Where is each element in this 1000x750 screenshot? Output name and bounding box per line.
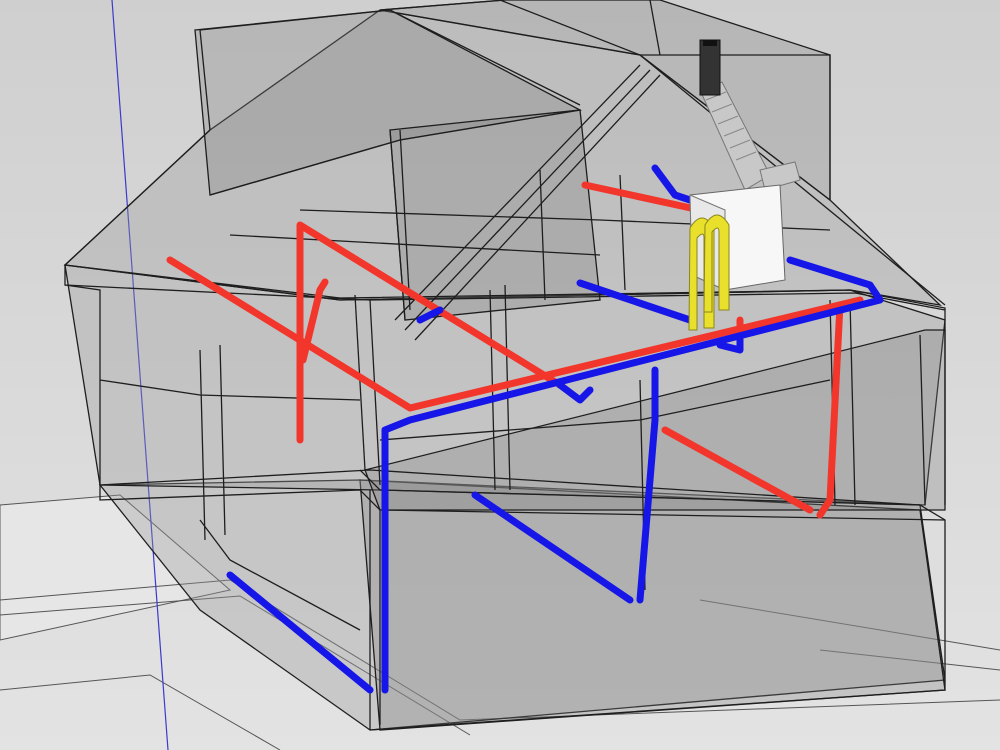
ground-floor-front[interactable] [359,479,946,731]
chimney-cap [703,40,717,46]
sketchup-viewport[interactable] [0,0,1000,750]
3d-model-canvas[interactable] [0,0,1000,750]
chimney-pipe[interactable] [699,39,721,96]
